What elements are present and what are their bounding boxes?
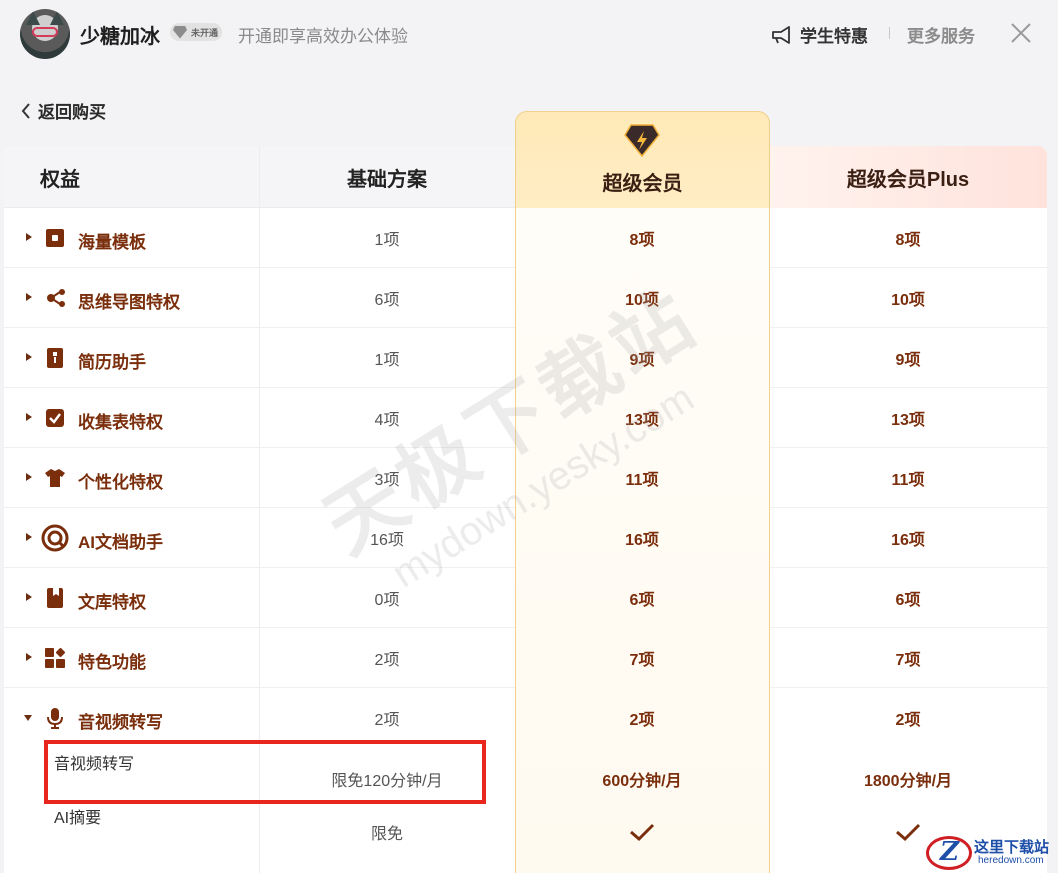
divider — [889, 27, 890, 39]
super-value: 9项 — [629, 352, 655, 369]
sub-row-name: AI摘要 — [54, 810, 102, 827]
super-value: 6项 — [629, 592, 655, 609]
header-super[interactable]: 超级会员 — [515, 111, 770, 208]
avatar-ear — [50, 11, 64, 25]
basic-value: 限免 — [370, 826, 403, 843]
check-icon — [896, 823, 921, 842]
header-super-label: 超级会员 — [602, 173, 683, 195]
vip-status-label: 未开通 — [191, 27, 219, 38]
tagline: 开通即享高效办公体验 — [238, 27, 408, 46]
plus-value: 7项 — [895, 652, 921, 669]
caret-right-icon — [26, 533, 32, 541]
super-value: 13项 — [625, 412, 659, 429]
header-plus[interactable]: 超级会员Plus — [769, 146, 1047, 208]
caret-right-icon — [26, 653, 32, 661]
super-value: 10项 — [625, 292, 659, 309]
caret-down-icon — [24, 715, 32, 721]
row-name: 海量模板 — [78, 233, 146, 252]
row-name: 个性化特权 — [78, 473, 163, 492]
chevron-left-icon — [21, 102, 30, 119]
row-name: 收集表特权 — [78, 413, 163, 432]
logo-url: heredown.com — [978, 855, 1044, 866]
super-value: 7项 — [629, 652, 655, 669]
logo-mark: Z — [940, 837, 959, 867]
plus-value: 16项 — [891, 532, 925, 549]
top-bar: 少糖加冰 未开通 开通即享高效办公体验 学生特惠 更多服务 — [0, 0, 1058, 70]
header-benefit: 权益 — [40, 168, 80, 191]
mindmap-icon — [47, 289, 65, 307]
super-value: 600分钟/月 — [602, 773, 682, 790]
caret-right-icon — [26, 473, 32, 481]
resume-icon — [47, 348, 63, 368]
avatar-ear — [26, 11, 40, 25]
vip-status-badge: 未开通 — [170, 23, 222, 41]
plus-value: 10项 — [891, 292, 925, 309]
basic-value: 6项 — [374, 292, 400, 309]
super-value: 2项 — [629, 712, 655, 729]
microphone-icon — [47, 708, 63, 729]
caret-right-icon — [26, 413, 32, 421]
diamond-icon — [173, 25, 187, 39]
site-logo: Z 这里下载站 heredown.com — [922, 833, 1058, 873]
logo-name: 这里下载站 — [974, 838, 1050, 856]
caret-right-icon — [26, 233, 32, 241]
basic-value: 3项 — [374, 472, 400, 489]
megaphone-icon — [772, 25, 790, 44]
diamond-icon — [624, 124, 660, 157]
basic-value: 2项 — [374, 652, 400, 669]
student-offer-label: 学生特惠 — [800, 27, 868, 46]
basic-value: 1项 — [374, 232, 400, 249]
super-check — [515, 806, 769, 858]
basic-value: 16项 — [370, 532, 404, 549]
basic-value: 2项 — [374, 712, 400, 729]
row-name: 文库特权 — [78, 593, 146, 612]
avatar-glasses — [32, 27, 58, 37]
row-name: AI文档助手 — [78, 533, 163, 552]
form-check-icon — [46, 409, 64, 427]
back-label: 返回购买 — [38, 103, 106, 122]
caret-right-icon — [26, 353, 32, 361]
more-services-link[interactable]: 更多服务 — [907, 22, 975, 47]
plus-value: 1800分钟/月 — [863, 773, 953, 790]
plus-value: 2项 — [895, 712, 921, 729]
ai-doc-icon — [41, 524, 69, 552]
plus-value: 9项 — [895, 352, 921, 369]
plus-value: 8项 — [895, 232, 921, 249]
row-name: 音视频转写 — [78, 713, 163, 732]
caret-right-icon — [26, 293, 32, 301]
template-icon — [46, 229, 64, 247]
super-value: 16项 — [625, 532, 659, 549]
row-name: 简历助手 — [78, 353, 146, 372]
close-icon[interactable] — [1008, 20, 1034, 46]
basic-value: 1项 — [374, 352, 400, 369]
row-name: 特色功能 — [78, 653, 146, 672]
avatar[interactable] — [20, 9, 70, 59]
basic-value: 0项 — [374, 592, 400, 609]
check-icon — [630, 823, 655, 842]
basic-value: 4项 — [374, 412, 400, 429]
caret-right-icon — [26, 593, 32, 601]
username: 少糖加冰 — [80, 26, 160, 48]
plus-value: 13项 — [891, 412, 925, 429]
super-value: 11项 — [625, 472, 659, 489]
plus-value: 6项 — [895, 592, 921, 609]
tshirt-icon — [45, 469, 65, 487]
annotation-highlight-box — [44, 740, 486, 804]
row-name: 思维导图特权 — [78, 293, 180, 312]
features-icon — [45, 647, 66, 668]
plus-value: 11项 — [891, 472, 925, 489]
super-value: 8项 — [629, 232, 655, 249]
header-basic: 基础方案 — [347, 168, 427, 191]
student-offer-button[interactable]: 学生特惠 — [770, 22, 868, 47]
library-icon — [47, 588, 63, 608]
back-button[interactable]: 返回购买 — [20, 98, 106, 123]
